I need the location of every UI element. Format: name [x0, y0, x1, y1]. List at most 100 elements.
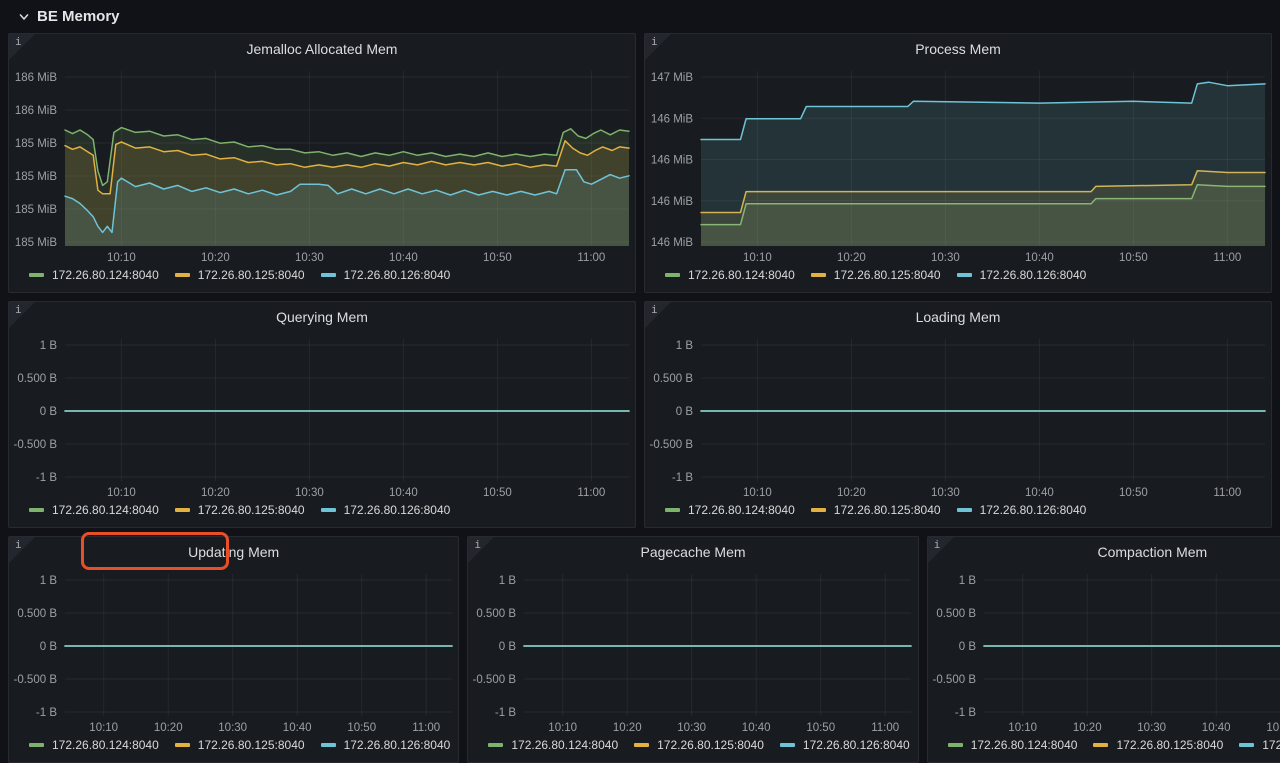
svg-text:1 B: 1 B [499, 575, 517, 587]
legend-item-172.26.80.126:8040[interactable]: 172.26.80.126:8040 [957, 268, 1087, 282]
svg-text:10:10: 10:10 [743, 487, 772, 499]
chart-jemalloc-allocated-mem[interactable]: 186 MiB186 MiB185 MiB185 MiB185 MiB185 M… [9, 61, 635, 266]
svg-text:11:00: 11:00 [577, 487, 605, 499]
legend-label: 172.26.80.126:8040 [980, 503, 1087, 517]
legend-item-172.26.80.124:8040[interactable]: 172.26.80.124:8040 [29, 738, 159, 752]
legend-item-172.26.80.125:8040[interactable]: 172.26.80.125:8040 [175, 738, 305, 752]
panel-title-pagecache-mem[interactable]: Pagecache Mem [468, 537, 917, 564]
legend-item-172.26.80.125:8040[interactable]: 172.26.80.125:8040 [1093, 738, 1223, 752]
panel-querying-mem: iQuerying Mem1 B0.500 B0 B-0.500 B-1 B10… [8, 301, 636, 528]
svg-text:-0.500 B: -0.500 B [473, 674, 517, 686]
legend-item-172.26.80.124:8040[interactable]: 172.26.80.124:8040 [29, 503, 159, 517]
svg-text:10:20: 10:20 [201, 252, 230, 264]
panel-title-compaction-mem[interactable]: Compaction Mem [928, 537, 1280, 564]
legend-swatch-cyan [780, 743, 795, 747]
svg-text:10:30: 10:30 [931, 487, 960, 499]
svg-text:10:20: 10:20 [613, 722, 642, 734]
legend-item-172.26.80.125:8040[interactable]: 172.26.80.125:8040 [175, 503, 305, 517]
svg-text:10:30: 10:30 [295, 252, 324, 264]
legend-item-172.26.80.126:8040[interactable]: 172.26.80.126:8040 [1239, 738, 1280, 752]
legend-item-172.26.80.125:8040[interactable]: 172.26.80.125:8040 [811, 268, 941, 282]
panel-info-icon[interactable]: i [645, 34, 671, 60]
legend-item-172.26.80.126:8040[interactable]: 172.26.80.126:8040 [957, 503, 1087, 517]
row-2: iQuerying Mem1 B0.500 B0 B-0.500 B-1 B10… [8, 301, 1272, 528]
legend-swatch-green [665, 508, 680, 512]
svg-text:10:20: 10:20 [837, 487, 866, 499]
panel-title-updating-mem[interactable]: Updating Mem [9, 537, 458, 564]
svg-text:0 B: 0 B [676, 406, 694, 418]
panel-info-icon[interactable]: i [9, 34, 35, 60]
legend-label: 172.26.80.126:8040 [1262, 738, 1280, 752]
legend-item-172.26.80.124:8040[interactable]: 172.26.80.124:8040 [948, 738, 1078, 752]
panel-info-icon[interactable]: i [9, 302, 35, 328]
legend-label: 172.26.80.125:8040 [198, 738, 305, 752]
svg-text:10:40: 10:40 [1025, 252, 1054, 264]
svg-text:0.500 B: 0.500 B [653, 373, 693, 385]
legend-item-172.26.80.126:8040[interactable]: 172.26.80.126:8040 [780, 738, 910, 752]
panel-info-icon[interactable]: i [9, 537, 35, 563]
legend-swatch-green [948, 743, 963, 747]
panel-title-jemalloc-allocated-mem[interactable]: Jemalloc Allocated Mem [9, 34, 635, 61]
svg-text:10:10: 10:10 [107, 487, 136, 499]
legend-swatch-yellow [811, 508, 826, 512]
svg-text:0.500 B: 0.500 B [17, 373, 57, 385]
legend-item-172.26.80.124:8040[interactable]: 172.26.80.124:8040 [665, 503, 795, 517]
chart-updating-mem[interactable]: 1 B0.500 B0 B-0.500 B-1 B10:1010:2010:30… [9, 564, 458, 736]
info-glyph: i [15, 35, 22, 48]
svg-text:10:50: 10:50 [483, 252, 512, 264]
panel-info-icon[interactable]: i [928, 537, 954, 563]
svg-text:1 B: 1 B [40, 575, 58, 587]
svg-text:10:40: 10:40 [1201, 722, 1230, 734]
legend-item-172.26.80.124:8040[interactable]: 172.26.80.124:8040 [488, 738, 618, 752]
panel-info-icon[interactable]: i [645, 302, 671, 328]
svg-text:10:40: 10:40 [1025, 487, 1054, 499]
legend-swatch-cyan [1239, 743, 1254, 747]
svg-text:10:30: 10:30 [678, 722, 707, 734]
chart-pagecache-mem[interactable]: 1 B0.500 B0 B-0.500 B-1 B10:1010:2010:30… [468, 564, 917, 736]
svg-text:185 MiB: 185 MiB [15, 204, 58, 216]
info-glyph: i [15, 303, 22, 316]
svg-text:185 MiB: 185 MiB [15, 138, 58, 150]
svg-text:0 B: 0 B [499, 641, 517, 653]
svg-text:0.500 B: 0.500 B [477, 608, 517, 620]
legend-item-172.26.80.125:8040[interactable]: 172.26.80.125:8040 [175, 268, 305, 282]
chart-compaction-mem[interactable]: 1 B0.500 B0 B-0.500 B-1 B10:1010:2010:30… [928, 564, 1280, 736]
legend-label: 172.26.80.126:8040 [803, 738, 910, 752]
panel-title-process-mem[interactable]: Process Mem [645, 34, 1271, 61]
panel-title-loading-mem[interactable]: Loading Mem [645, 302, 1271, 329]
legend-item-172.26.80.126:8040[interactable]: 172.26.80.126:8040 [321, 503, 451, 517]
chart-loading-mem[interactable]: 1 B0.500 B0 B-0.500 B-1 B10:1010:2010:30… [645, 329, 1271, 501]
legend-item-172.26.80.126:8040[interactable]: 172.26.80.126:8040 [321, 738, 451, 752]
svg-text:146 MiB: 146 MiB [651, 237, 694, 249]
legend-item-172.26.80.125:8040[interactable]: 172.26.80.125:8040 [634, 738, 764, 752]
svg-text:10:40: 10:40 [389, 487, 418, 499]
svg-text:186 MiB: 186 MiB [15, 72, 58, 84]
legend-item-172.26.80.125:8040[interactable]: 172.26.80.125:8040 [811, 503, 941, 517]
section-title: BE Memory [37, 8, 120, 25]
legend-pagecache-mem: 172.26.80.124:8040 172.26.80.125:8040 172.… [468, 736, 917, 762]
svg-text:-1 B: -1 B [672, 472, 693, 484]
legend-item-172.26.80.126:8040[interactable]: 172.26.80.126:8040 [321, 268, 451, 282]
panel-title-querying-mem[interactable]: Querying Mem [9, 302, 635, 329]
panel-pagecache-mem: iPagecache Mem1 B0.500 B0 B-0.500 B-1 B1… [467, 536, 918, 763]
svg-text:10:50: 10:50 [347, 722, 376, 734]
legend-swatch-cyan [321, 273, 336, 277]
chart-querying-mem[interactable]: 1 B0.500 B0 B-0.500 B-1 B10:1010:2010:30… [9, 329, 635, 501]
legend-label: 172.26.80.124:8040 [52, 738, 159, 752]
legend-label: 172.26.80.125:8040 [198, 503, 305, 517]
legend-swatch-green [29, 273, 44, 277]
legend-item-172.26.80.124:8040[interactable]: 172.26.80.124:8040 [665, 268, 795, 282]
chart-process-mem[interactable]: 147 MiB146 MiB146 MiB146 MiB146 MiB10:10… [645, 61, 1271, 266]
legend-swatch-yellow [175, 508, 190, 512]
chart-area-updating-mem: 1 B0.500 B0 B-0.500 B-1 B10:1010:2010:30… [9, 564, 458, 736]
legend-swatch-cyan [957, 273, 972, 277]
section-row-header[interactable]: BE Memory [8, 0, 1272, 33]
chart-area-process-mem: 147 MiB146 MiB146 MiB146 MiB146 MiB10:10… [645, 61, 1271, 266]
panel-info-icon[interactable]: i [468, 537, 494, 563]
svg-text:11:00: 11:00 [1213, 252, 1241, 264]
svg-text:10:10: 10:10 [107, 252, 136, 264]
chart-area-pagecache-mem: 1 B0.500 B0 B-0.500 B-1 B10:1010:2010:30… [468, 564, 917, 736]
svg-text:10:50: 10:50 [807, 722, 836, 734]
legend-item-172.26.80.124:8040[interactable]: 172.26.80.124:8040 [29, 268, 159, 282]
svg-text:-0.500 B: -0.500 B [650, 439, 694, 451]
